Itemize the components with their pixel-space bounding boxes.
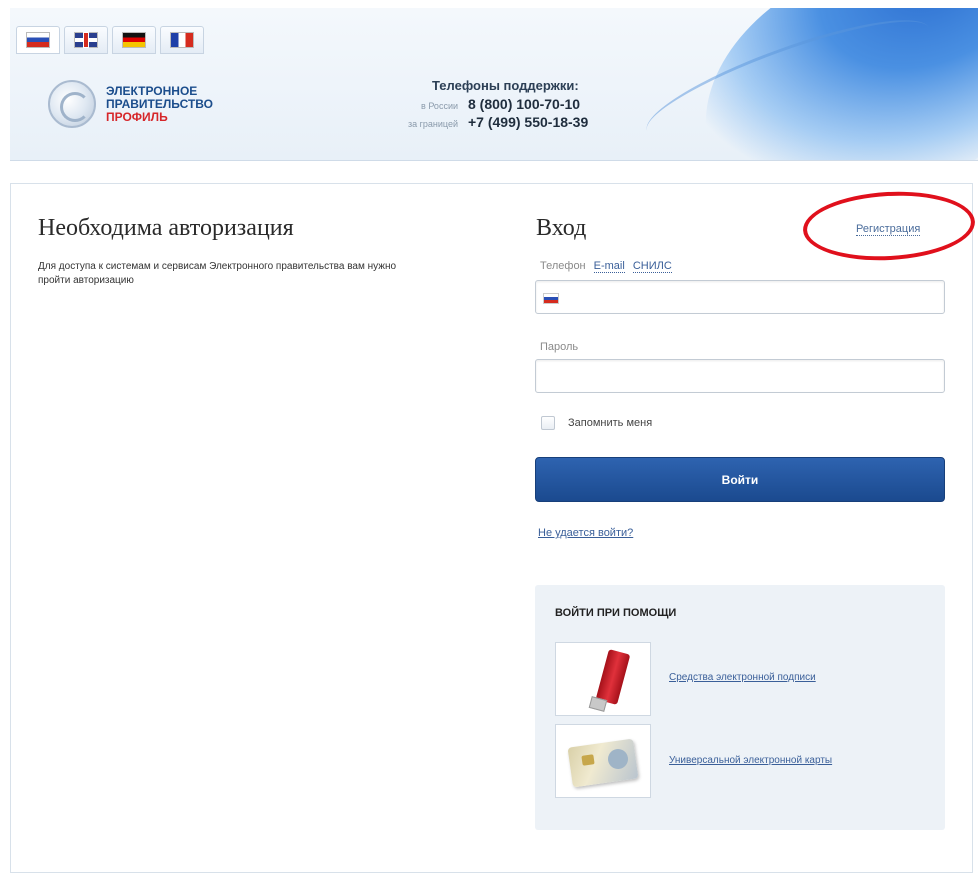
language-en-button[interactable] [64,26,108,54]
cant-login-link[interactable]: Не удается войти? [538,527,633,539]
language-fr-button[interactable] [160,26,204,54]
support-russia-number: 8 (800) 100-70-10 [468,96,581,112]
usb-token-icon [595,649,631,705]
auth-required-title: Необходима авторизация [38,215,294,241]
auth-required-description: Для доступа к системам и сервисам Электр… [38,261,397,286]
uk-flag-icon [75,33,97,47]
logo-line-1: ЭЛЕКТРОННОЕ [106,83,198,98]
remember-me-label[interactable]: Запомнить меня [568,417,652,429]
support-title: Телефоны поддержки: [432,78,579,93]
login-method-tabs: Телефон E-mail СНИЛС [540,260,672,273]
support-russia-label: в России [421,101,458,111]
site-logo[interactable]: ЭЛЕКТРОННОЕ ПРАВИТЕЛЬСТВО ПРОФИЛЬ [48,80,213,128]
logo-line-3: ПРОФИЛЬ [106,109,168,124]
login-title: Вход [536,215,587,241]
french-flag-icon [171,33,193,47]
language-ru-button[interactable] [16,26,60,54]
e-signature-tile[interactable] [555,642,651,716]
password-label: Пароль [540,341,579,353]
uec-card-link[interactable]: Универсальной электронной карты [669,755,832,766]
support-russia-row: в России 8 (800) 100-70-10 [370,96,580,112]
german-flag-icon [123,33,145,47]
card-chip [581,754,595,766]
emblem-icon [48,80,96,128]
support-abroad-label: за границей [407,119,458,129]
e-signature-link[interactable]: Средства электронной подписи [669,672,816,683]
language-de-button[interactable] [112,26,156,54]
uec-card-tile[interactable] [555,724,651,798]
support-abroad-row: за границей +7 (499) 550-18-39 [370,114,588,130]
russian-flag-icon [27,33,49,47]
login-button[interactable]: Войти [535,457,945,502]
site-header: ЭЛЕКТРОННОЕ ПРАВИТЕЛЬСТВО ПРОФИЛЬ Телефо… [10,8,978,161]
russian-flag-icon [544,294,558,303]
language-switcher [16,26,204,54]
smart-card-icon [567,738,639,788]
remember-me-checkbox[interactable] [541,416,555,430]
tab-email[interactable]: E-mail [593,260,625,273]
logo-text: ЭЛЕКТРОННОЕ ПРАВИТЕЛЬСТВО ПРОФИЛЬ [106,83,214,124]
phone-input[interactable] [535,280,945,314]
tab-phone[interactable]: Телефон [540,260,586,273]
alternative-login-title: ВОЙТИ ПРИ ПОМОЩИ [555,607,677,619]
logo-line-2: ПРАВИТЕЛЬСТВО [106,96,214,111]
tab-snils[interactable]: СНИЛС [632,260,672,273]
password-input[interactable] [535,359,945,393]
support-abroad-number: +7 (499) 550-18-39 [468,114,589,130]
